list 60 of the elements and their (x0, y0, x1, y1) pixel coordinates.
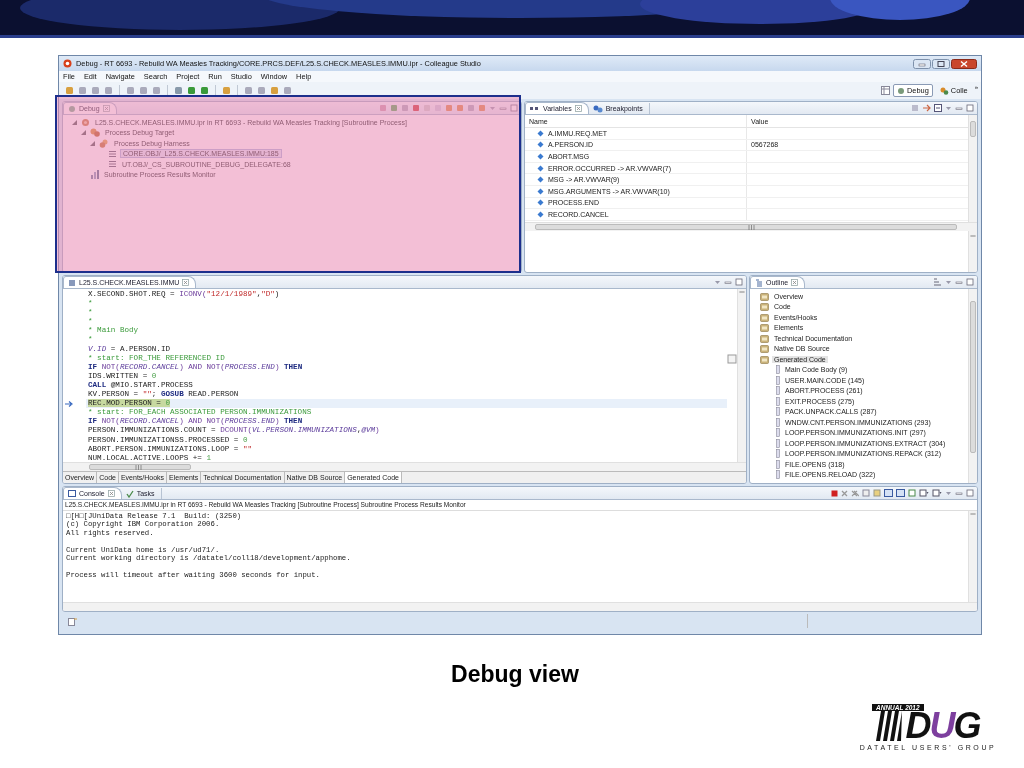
minimize-icon[interactable] (955, 489, 963, 497)
expanded-icon[interactable] (71, 118, 78, 126)
gears-icon (99, 138, 109, 148)
variables-icon (530, 105, 540, 112)
tasks-icon (125, 489, 134, 498)
vertical-scrollbar[interactable] (968, 115, 977, 222)
open-console-icon[interactable] (919, 489, 929, 497)
vertical-scrollbar[interactable] (968, 289, 977, 483)
minimize-icon[interactable] (499, 104, 507, 112)
view-menu-icon[interactable] (945, 104, 952, 112)
gears-icon (90, 128, 100, 138)
vertical-scrollbar[interactable] (968, 231, 977, 272)
file-icon (68, 278, 76, 287)
horizontal-scrollbar[interactable] (63, 602, 977, 611)
new-console-icon[interactable] (932, 489, 942, 497)
view-menu-icon[interactable] (714, 278, 721, 286)
outline-icon (755, 278, 763, 287)
pin-icon[interactable] (896, 489, 905, 497)
terminate-icon[interactable] (831, 489, 838, 497)
toolbar-icon[interactable] (222, 86, 231, 95)
remove-icon[interactable] (841, 489, 848, 497)
scroll-grip-icon (135, 464, 142, 470)
current-line-icon (65, 401, 74, 408)
maximize-icon[interactable] (932, 58, 950, 69)
close-icon[interactable] (951, 58, 977, 69)
logo-wordmark: DUG (905, 710, 980, 742)
slide-caption: Debug view (451, 661, 579, 687)
scroll-lock-icon[interactable] (873, 489, 881, 497)
app-icon (63, 59, 72, 68)
breakpoints-icon (592, 104, 603, 113)
toolbar-icon[interactable] (911, 104, 919, 112)
display-icon[interactable] (908, 489, 916, 497)
bug-icon (897, 86, 906, 95)
vertical-scrollbar[interactable] (968, 511, 977, 602)
expanded-icon[interactable] (89, 139, 96, 147)
expanded-icon[interactable] (80, 129, 87, 137)
view-menu-icon[interactable] (945, 489, 952, 497)
clear-console-icon[interactable] (862, 489, 870, 497)
sort-icon[interactable] (933, 278, 942, 286)
vertical-scrollbar[interactable] (737, 289, 746, 462)
view-menu-icon[interactable] (489, 104, 496, 112)
horizontal-scrollbar[interactable] (63, 462, 746, 471)
stack-frame-icon (108, 160, 117, 169)
fast-view-icon[interactable] (68, 616, 77, 626)
collapse-all-icon[interactable] (934, 104, 942, 112)
toolbar-icon[interactable] (922, 104, 931, 112)
minimize-icon[interactable] (724, 278, 732, 286)
minimize-icon[interactable] (955, 278, 963, 286)
monitor-icon (90, 170, 99, 180)
open-perspective-icon[interactable] (881, 86, 891, 95)
remove-all-icon[interactable] (851, 489, 859, 497)
scroll-grip-icon (747, 224, 755, 230)
console-icon (68, 489, 76, 498)
minimize-icon[interactable] (955, 104, 963, 112)
gears-icon (939, 86, 949, 95)
horizontal-scrollbar[interactable] (525, 222, 977, 231)
pin-icon[interactable] (884, 489, 893, 497)
stripes-icon (876, 711, 903, 741)
view-menu-icon[interactable] (945, 278, 952, 286)
stack-frame-icon (108, 149, 117, 158)
